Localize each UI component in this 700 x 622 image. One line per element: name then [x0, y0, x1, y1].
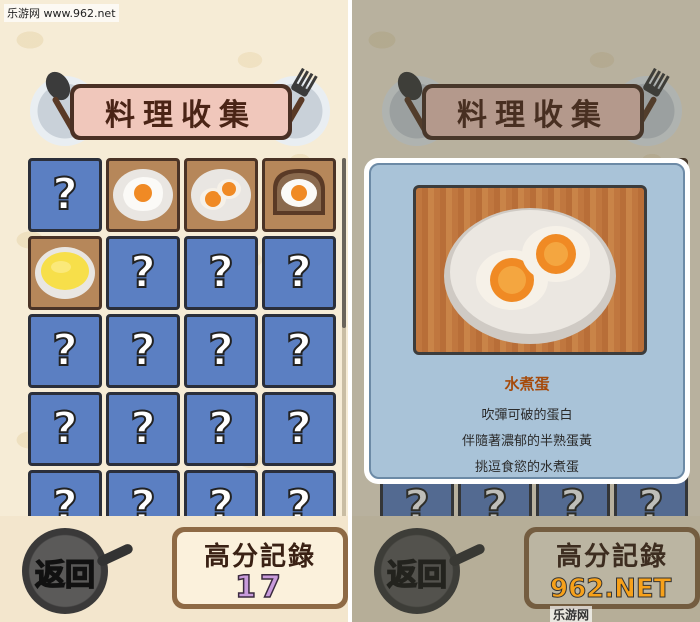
page-title-box: 料理收集 [70, 84, 292, 140]
locked-recipe-cell[interactable]: ? [262, 236, 336, 310]
locked-recipe-cell[interactable]: ? [262, 392, 336, 466]
question-mark-icon: ? [207, 481, 234, 517]
question-mark-icon: ? [207, 247, 234, 298]
locked-recipe-cell[interactable]: ? [262, 314, 336, 388]
recipe-cell[interactable] [106, 158, 180, 232]
recipe-detail-card[interactable]: 水煮蛋 吹彈可破的蛋白 伴隨著濃郁的半熟蛋黃 挑逗食慾的水煮蛋 [364, 158, 690, 484]
recipe-grid: ???????????????? [28, 158, 340, 516]
fried-egg-icon [109, 159, 177, 231]
boiled-egg-icon [187, 159, 255, 231]
high-score-value: 17 [234, 570, 285, 605]
scrollbar-thumb[interactable] [342, 158, 346, 328]
locked-recipe-cell[interactable]: ? [28, 314, 102, 388]
title-banner: 料理收集 [30, 68, 330, 152]
recipe-cell[interactable] [28, 236, 102, 310]
question-mark-icon: ? [285, 247, 312, 298]
high-score-title: 高分記錄 [203, 542, 316, 572]
locked-recipe-cell[interactable]: ? [184, 392, 258, 466]
question-mark-icon: ? [129, 481, 156, 517]
question-mark-icon: ? [51, 403, 78, 454]
recipe-description-line: 伴隨著濃郁的半熟蛋黃 [461, 434, 592, 449]
question-mark-icon: ? [129, 403, 156, 454]
boiled-egg-photo [413, 185, 647, 355]
locked-recipe-cell[interactable]: ? [106, 314, 180, 388]
question-mark-icon: ? [51, 481, 78, 517]
question-mark-icon: ? [285, 325, 312, 376]
question-mark-icon: ? [285, 403, 312, 454]
locked-recipe-cell[interactable]: ? [184, 236, 258, 310]
locked-recipe-cell[interactable]: ? [106, 236, 180, 310]
scrambled-egg-icon [31, 237, 99, 309]
question-mark-icon: ? [207, 325, 234, 376]
question-mark-icon: ? [51, 325, 78, 376]
recipe-name: 水煮蛋 [504, 375, 550, 393]
question-mark-icon: ? [129, 325, 156, 376]
locked-recipe-cell[interactable]: ? [262, 470, 336, 516]
recipe-cell[interactable] [184, 158, 258, 232]
recipe-cell[interactable] [262, 158, 336, 232]
question-mark-icon: ? [129, 247, 156, 298]
question-mark-icon: ? [207, 403, 234, 454]
locked-recipe-cell[interactable]: ? [28, 392, 102, 466]
egg-toast-icon [265, 159, 333, 231]
locked-recipe-cell[interactable]: ? [106, 470, 180, 516]
recipe-detail-screen: 料理收集 ???????????????? 返回 高分記錄 [352, 0, 700, 622]
site-watermark-logo: 962.NET 乐游网 [550, 574, 672, 622]
site-watermark: 乐游网 www.962.net [4, 4, 119, 22]
locked-recipe-cell[interactable]: ? [184, 470, 258, 516]
back-button-label: 返回 [34, 557, 96, 594]
collection-screen: 料理收集 ???????????????? 返回 高分記錄 17 [0, 0, 348, 622]
locked-recipe-cell[interactable]: ? [106, 392, 180, 466]
high-score-box: 高分記錄 17 [172, 527, 348, 609]
back-button[interactable]: 返回 [22, 528, 135, 614]
page-title: 料理收集 [74, 88, 288, 136]
locked-recipe-cell[interactable]: ? [184, 314, 258, 388]
question-mark-icon: ? [285, 481, 312, 517]
locked-recipe-cell[interactable]: ? [28, 158, 102, 232]
recipe-description-line: 挑逗食慾的水煮蛋 [474, 460, 579, 475]
recipe-description: 吹彈可破的蛋白 伴隨著濃郁的半熟蛋黃 挑逗食慾的水煮蛋 [371, 403, 683, 481]
recipe-description-line: 吹彈可破的蛋白 [481, 408, 573, 423]
question-mark-icon: ? [51, 169, 78, 220]
locked-recipe-cell[interactable]: ? [28, 470, 102, 516]
